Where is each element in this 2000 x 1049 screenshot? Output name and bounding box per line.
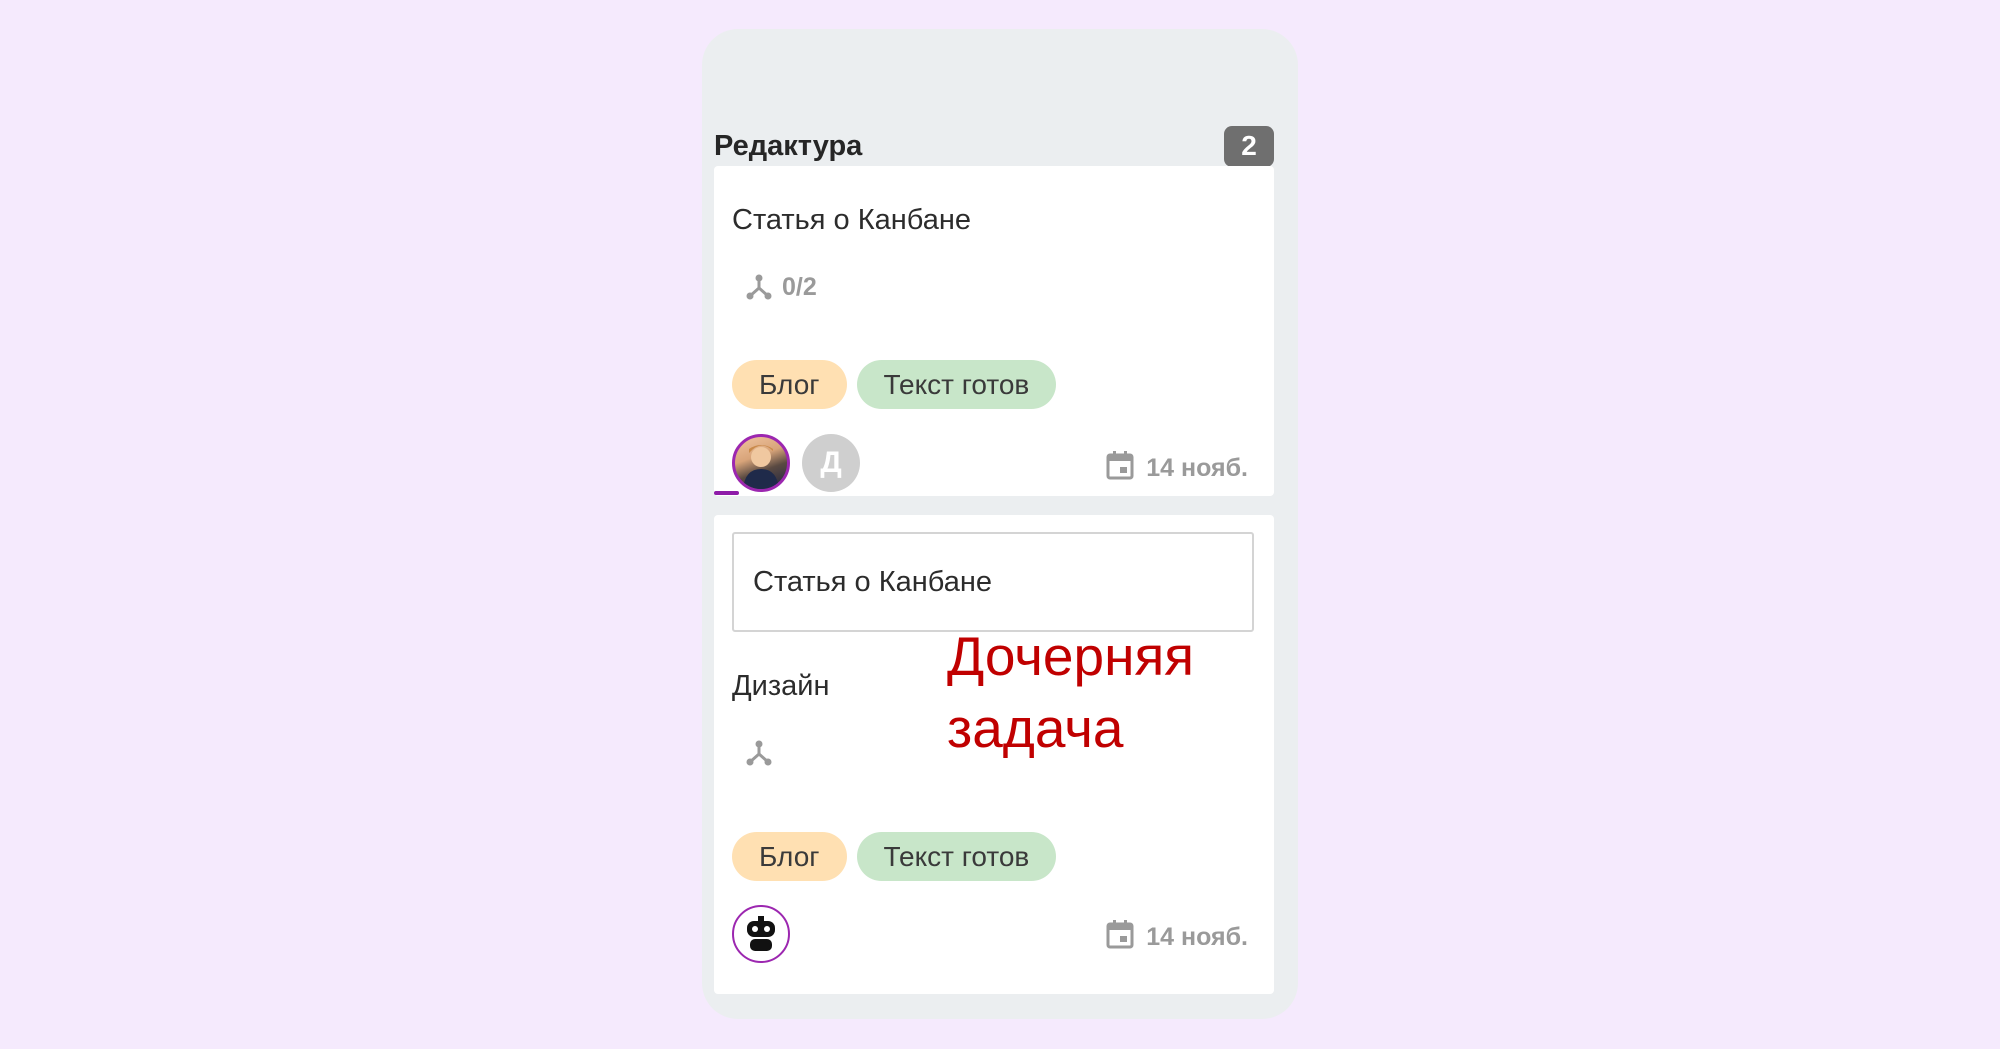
avatar-initial: Д	[820, 446, 842, 479]
due-date-text: 14 нояб.	[1146, 454, 1248, 482]
parent-task-reference[interactable]: Статья о Канбане	[732, 532, 1254, 632]
tag-blog[interactable]: Блог	[732, 832, 847, 881]
task-card[interactable]: Статья о Канбане 0/2 Блог Текст готов Д …	[714, 166, 1274, 496]
due-date[interactable]: 14 нояб.	[1106, 450, 1248, 487]
annotation-line: задача	[947, 697, 1124, 759]
due-date[interactable]: 14 нояб.	[1106, 919, 1248, 956]
subtasks-icon	[744, 272, 774, 302]
kanban-column: Редактура 2 Статья о Канбане 0/2 Блог Те…	[702, 29, 1298, 1019]
column-count-badge: 2	[1224, 125, 1274, 167]
robot-icon	[747, 916, 775, 951]
column-title: Редактура	[714, 129, 863, 162]
avatar[interactable]	[732, 434, 790, 492]
card-tags: Блог Текст готов	[732, 832, 1057, 881]
card-title: Дизайн	[732, 670, 830, 702]
calendar-icon	[1106, 919, 1134, 956]
card-assignees: Д	[732, 434, 860, 492]
tag-text-ready[interactable]: Текст готов	[856, 832, 1057, 881]
subtasks-icon	[744, 738, 774, 768]
card-tags: Блог Текст готов	[732, 360, 1057, 409]
avatar-letter[interactable]: Д	[802, 434, 860, 492]
card-assignees	[732, 905, 790, 963]
annotation-label: Дочерняя задача	[947, 620, 1194, 764]
person-photo-icon	[743, 445, 779, 489]
subtasks-count: 0/2	[782, 272, 817, 301]
due-date-text: 14 нояб.	[1146, 923, 1248, 951]
card-title: Статья о Канбане	[732, 204, 971, 236]
tag-text-ready[interactable]: Текст готов	[856, 360, 1057, 409]
tag-blog[interactable]: Блог	[732, 360, 847, 409]
annotation-line: Дочерняя	[947, 625, 1195, 687]
calendar-icon	[1106, 450, 1134, 487]
drop-indicator	[714, 491, 739, 495]
subtasks-counter[interactable]: 0/2	[744, 272, 817, 302]
avatar-robot[interactable]	[732, 905, 790, 963]
subtasks-counter[interactable]	[744, 738, 774, 768]
